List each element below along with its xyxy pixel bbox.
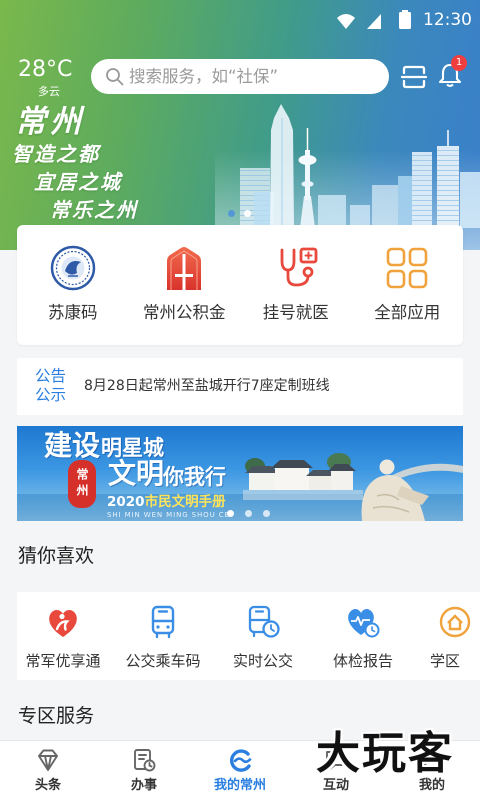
tab-my-changzhou[interactable]: 我的常州 bbox=[192, 741, 288, 800]
affairs-icon bbox=[131, 747, 157, 773]
quick-app-all-apps[interactable]: 全部应用 bbox=[352, 225, 464, 345]
battery-icon bbox=[397, 9, 413, 35]
banner-headline: 你我行 bbox=[163, 465, 226, 489]
quick-app-label: 常州公积金 bbox=[143, 303, 226, 322]
military-heart-icon bbox=[45, 604, 81, 640]
quick-app-label: 全部应用 bbox=[374, 303, 441, 322]
service-label: 公交乘车码 bbox=[125, 652, 201, 670]
carousel-dot[interactable] bbox=[263, 510, 270, 517]
headline-icon bbox=[35, 747, 61, 773]
all-apps-icon bbox=[384, 245, 430, 291]
announcement-tag: 公告 公示 bbox=[35, 367, 66, 405]
service-item-health-report[interactable]: 体检报告 bbox=[313, 592, 413, 680]
service-item-school-district[interactable]: 学区 bbox=[413, 592, 480, 680]
scan-icon[interactable] bbox=[400, 64, 428, 90]
wifi-icon bbox=[336, 12, 356, 34]
quick-app-label: 挂号就医 bbox=[262, 303, 329, 322]
hero-slogan: 常乐之州 bbox=[50, 198, 138, 222]
banner-subtitle: 2020市民文明手册 bbox=[107, 494, 226, 511]
changzhou-logo-icon bbox=[227, 747, 253, 773]
carousel-dot[interactable] bbox=[227, 510, 234, 517]
search-icon bbox=[105, 67, 124, 90]
banner-headline: 文明 bbox=[108, 457, 165, 490]
promo-banner[interactable]: 建设 明星城 常州 文明 你我行 2020市民文明手册 SHI MIN WEN … bbox=[17, 426, 463, 521]
tab-affairs[interactable]: 办事 bbox=[96, 741, 192, 800]
tab-label: 头条 bbox=[34, 778, 61, 793]
quick-app-sukang-code[interactable]: 苏康码 bbox=[17, 225, 129, 345]
announcement-bar[interactable]: 公告 公示 8月28日起常州至盐城开行7座定制班线 bbox=[17, 358, 463, 415]
hero-city-title: 常州 bbox=[15, 104, 85, 140]
banner-headline: 建设 bbox=[44, 429, 101, 462]
tab-label: 我的常州 bbox=[213, 778, 266, 793]
banner-pinyin: SHI MIN WEN MING SHOU CE bbox=[107, 511, 230, 519]
announcement-text[interactable]: 8月28日起常州至盐城开行7座定制班线 bbox=[84, 376, 330, 396]
weather-condition: 多云 bbox=[38, 85, 60, 98]
school-district-icon bbox=[437, 604, 473, 640]
banner-year: 2020 bbox=[107, 494, 145, 510]
changzhou-seal-logo: 常州 bbox=[68, 460, 96, 508]
service-label: 体检报告 bbox=[332, 652, 393, 670]
quick-app-label: 苏康码 bbox=[48, 303, 98, 322]
weather-temperature[interactable]: 28°C bbox=[18, 57, 72, 83]
search-input[interactable] bbox=[129, 59, 379, 94]
housing-fund-icon bbox=[161, 245, 207, 291]
recommended-services-row[interactable]: 常军优享通 公交乘车码 实时公交 体检报告 学区 bbox=[17, 592, 480, 680]
service-item-military[interactable]: 常军优享通 bbox=[17, 592, 113, 680]
banner-carousel-indicator bbox=[227, 510, 270, 517]
carousel-dot[interactable] bbox=[228, 210, 235, 217]
carousel-dot[interactable] bbox=[245, 510, 252, 517]
announcement-tag-line: 公示 bbox=[35, 386, 67, 404]
hero-carousel-indicator bbox=[228, 210, 251, 217]
clock-time: 12:30 bbox=[423, 10, 472, 30]
watermark-logo: 大玩客 bbox=[316, 728, 454, 779]
banner-subtitle-text: 市民文明手册 bbox=[144, 494, 226, 510]
hero-slogan: 宜居之城 bbox=[34, 170, 122, 194]
service-item-realtime-bus[interactable]: 实时公交 bbox=[213, 592, 313, 680]
health-report-icon bbox=[345, 604, 381, 640]
section-title-zone: 专区服务 bbox=[18, 705, 95, 727]
service-label: 学区 bbox=[430, 652, 461, 670]
carousel-dot[interactable] bbox=[244, 210, 251, 217]
quick-app-hospital-registration[interactable]: 挂号就医 bbox=[240, 225, 352, 345]
service-label: 实时公交 bbox=[232, 652, 293, 670]
bus-icon bbox=[145, 604, 181, 640]
sukang-code-icon bbox=[50, 245, 96, 291]
quick-app-housing-fund[interactable]: 常州公积金 bbox=[129, 225, 241, 345]
recommended-services-track: 常军优享通 公交乘车码 实时公交 体检报告 学区 bbox=[17, 592, 480, 680]
service-label: 常军优享通 bbox=[25, 652, 101, 670]
section-title-guess: 猜你喜欢 bbox=[18, 545, 95, 567]
stethoscope-icon bbox=[273, 245, 319, 291]
hero-slogan: 智造之都 bbox=[12, 142, 100, 166]
announcement-tag-line: 公告 bbox=[35, 367, 67, 385]
tab-label: 办事 bbox=[130, 778, 157, 793]
quick-apps-card: 苏康码 常州公积金 挂号就医 全部应用 bbox=[17, 225, 463, 345]
realtime-bus-icon bbox=[245, 604, 281, 640]
signal-icon bbox=[366, 12, 382, 34]
status-bar: 12:30 bbox=[0, 0, 480, 40]
tab-headline[interactable]: 头条 bbox=[0, 741, 96, 800]
search-bar[interactable] bbox=[91, 59, 389, 94]
service-item-bus-code[interactable]: 公交乘车码 bbox=[113, 592, 213, 680]
notification-badge: 1 bbox=[451, 55, 467, 71]
